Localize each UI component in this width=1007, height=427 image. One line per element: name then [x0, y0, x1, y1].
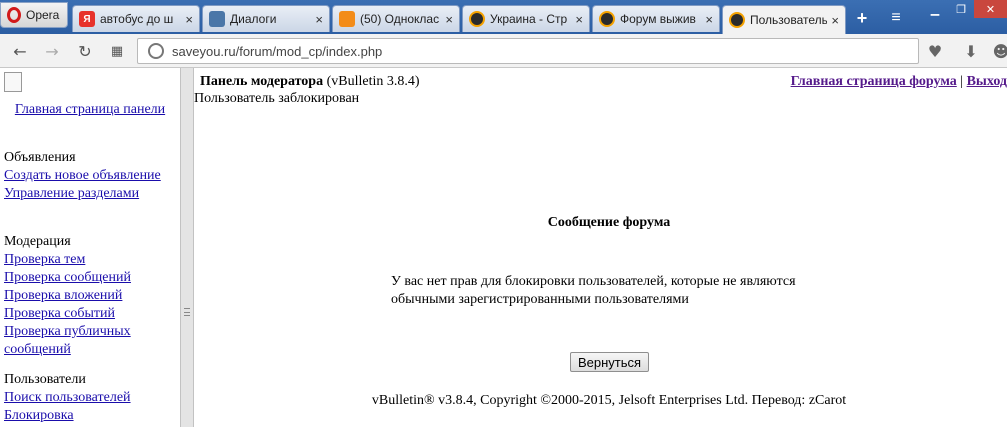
forum-home-link[interactable]: Главная страница форума — [791, 74, 957, 89]
sidebar-link-search-users[interactable]: Поиск пользователей — [4, 389, 176, 407]
address-url: saveyou.ru/forum/mod_cp/index.php — [172, 43, 383, 59]
page-title: Панель модератора (vBulletin 3.8.4) — [200, 73, 420, 91]
tab-forum[interactable]: Форум выжив × — [592, 5, 720, 32]
maximize-icon[interactable]: ❐ — [948, 0, 974, 18]
sidebar-group-title: Модерация — [4, 234, 71, 249]
copyright-footer: vBulletin® v3.8.4, Copyright ©2000-2015,… — [371, 393, 847, 408]
address-bar[interactable]: saveyou.ru/forum/mod_cp/index.php — [137, 38, 919, 64]
panel-version: (vBulletin 3.8.4) — [326, 74, 420, 89]
close-icon[interactable]: × — [185, 12, 193, 27]
tab-title: автобус до ш — [100, 12, 174, 26]
saveyou-icon — [599, 11, 615, 27]
sidebar-group-users: Пользователи Поиск пользователей Блокиро… — [4, 371, 176, 425]
broken-image-icon — [4, 72, 22, 92]
browser-tabstrip: Opera Я автобус до ш × Диалоги × (50) Од… — [0, 0, 1007, 34]
frame-splitter[interactable] — [180, 68, 194, 427]
reload-icon[interactable]: ↻ — [74, 40, 96, 62]
close-icon[interactable]: × — [831, 13, 839, 28]
sidebar-link-moderate-events[interactable]: Проверка событий — [4, 305, 176, 323]
tab-vk-dialogs[interactable]: Диалоги × — [202, 5, 330, 32]
tab-title: Украина - Стр — [490, 12, 568, 26]
logout-link[interactable]: Выход — [967, 74, 1007, 89]
opera-menu-label: Opera — [26, 8, 60, 22]
message-title: Сообщение форума — [547, 215, 671, 230]
panel-title: Панель модератора — [200, 74, 324, 89]
odnoklassniki-icon — [339, 11, 355, 27]
tab-odnoklassniki[interactable]: (50) Одноклас × — [332, 5, 460, 32]
saveyou-icon — [469, 11, 485, 27]
sidebar-link-moderate-posts[interactable]: Проверка сообщений — [4, 269, 176, 287]
new-tab-button[interactable]: + — [850, 6, 874, 30]
sidebar-group-announcements: Объявления Создать новое объявление Упра… — [4, 149, 176, 203]
heart-bookmark-icon[interactable]: ♥ — [922, 39, 948, 63]
tab-title: Форум выжив — [620, 12, 696, 26]
globe-icon — [148, 43, 164, 59]
sidebar-group-moderation: Модерация Проверка тем Проверка сообщени… — [4, 233, 176, 359]
cp-sidebar: Главная страница панели Объявления Созда… — [0, 68, 180, 427]
speed-dial-grid-icon[interactable]: ▦ — [106, 40, 128, 62]
tab-title: Диалоги — [230, 12, 277, 26]
account-icon[interactable]: ☻ — [988, 39, 1007, 63]
message-body: У вас нет прав для блокировки пользовате… — [391, 274, 796, 307]
minimize-icon[interactable]: ▁ — [922, 0, 948, 18]
sidebar-link-ban-user[interactable]: Блокировка — [4, 407, 176, 425]
splitter-grip-icon — [184, 308, 190, 316]
sidebar-link-manage-forums[interactable]: Управление разделами — [4, 185, 176, 203]
tab-user-active[interactable]: Пользователь × — [722, 5, 846, 34]
sidebar-group-title: Пользователи — [4, 372, 86, 387]
window-close-icon[interactable]: ✕ — [974, 0, 1007, 18]
browser-toolbar: ← → ↻ ▦ saveyou.ru/forum/mod_cp/index.ph… — [0, 34, 1007, 68]
cp-main: Панель модератора (vBulletin 3.8.4) Глав… — [194, 68, 1007, 427]
sidebar-link-new-announcement[interactable]: Создать новое объявление — [4, 167, 176, 185]
opera-menu-button[interactable]: Opera — [0, 2, 68, 28]
close-icon[interactable]: × — [445, 12, 453, 27]
tab-title: (50) Одноклас — [360, 12, 440, 26]
sidebar-link-moderate-attachments[interactable]: Проверка вложений — [4, 287, 176, 305]
status-message: Пользователь заблокирован — [194, 91, 360, 106]
tab-yandex[interactable]: Я автобус до ш × — [72, 5, 200, 32]
top-links: Главная страница форума | Выход — [791, 73, 1007, 91]
close-icon[interactable]: × — [705, 12, 713, 27]
tab-title: Пользователь — [750, 13, 828, 27]
vk-icon — [209, 11, 225, 27]
back-button[interactable]: Вернуться — [570, 352, 649, 372]
sidebar-link-moderate-visitor-messages[interactable]: Проверка публичных сообщений — [4, 323, 176, 359]
opera-logo-icon — [7, 7, 21, 23]
sidebar-link-moderate-threads[interactable]: Проверка тем — [4, 251, 176, 269]
link-separator: | — [960, 74, 964, 89]
forward-arrow-icon[interactable]: → — [41, 40, 63, 62]
yandex-icon: Я — [79, 11, 95, 27]
close-icon[interactable]: × — [575, 12, 583, 27]
download-icon[interactable]: ⬇ — [958, 39, 984, 63]
sidebar-group-title: Объявления — [4, 150, 76, 165]
close-icon[interactable]: × — [315, 12, 323, 27]
back-arrow-icon[interactable]: ← — [9, 40, 31, 62]
tab-menu-button[interactable]: ≡ — [884, 6, 908, 30]
sidebar-home-link[interactable]: Главная страница панели — [0, 101, 180, 119]
tab-ukraine[interactable]: Украина - Стр × — [462, 5, 590, 32]
saveyou-icon — [729, 12, 745, 28]
